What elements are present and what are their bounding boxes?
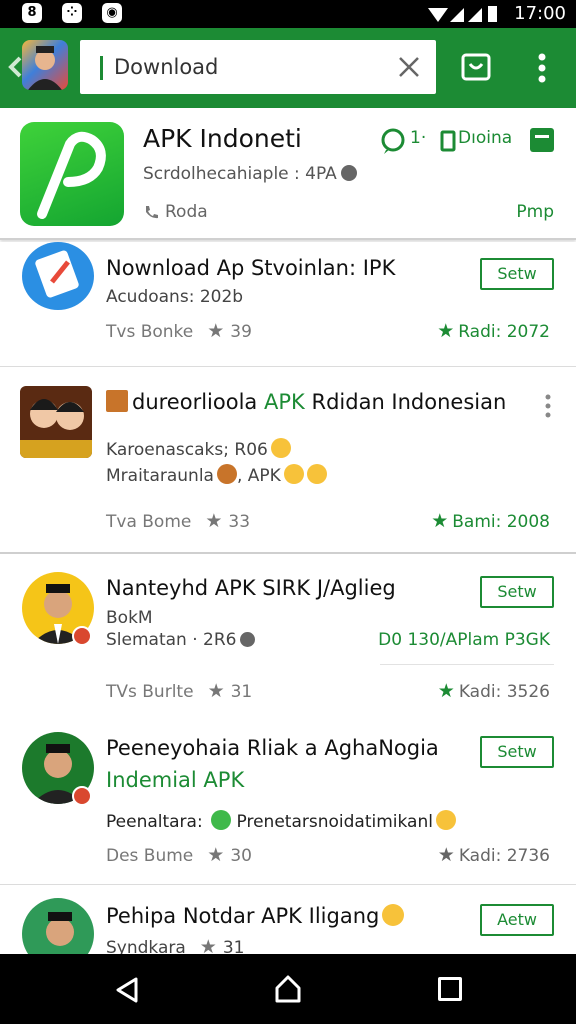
badge-icon xyxy=(72,626,92,646)
nav-recents-icon[interactable] xyxy=(438,977,462,1001)
menu-square-icon[interactable] xyxy=(530,128,554,152)
divider xyxy=(0,552,576,554)
chat-count: 1· xyxy=(410,128,427,148)
star-icon: ★ xyxy=(437,844,455,866)
star-icon: ★ xyxy=(207,680,225,702)
item-size: D0 130/APlam P3GK xyxy=(378,630,550,650)
app-bar xyxy=(0,28,576,108)
item-subtitle-2: Slematan · 2R6 xyxy=(106,630,256,650)
item-title: Nanteyhd APK SIRK J/Aglieg xyxy=(106,576,396,600)
grin-emoji-icon xyxy=(283,464,304,484)
item-rating: ★ Kadi: 3526 xyxy=(437,680,550,702)
cool-emoji-icon xyxy=(216,464,237,484)
item-thumbnail xyxy=(20,386,92,458)
item-title: Peeneyohaia Rliak a AghaNogia xyxy=(106,736,439,760)
aetw-button[interactable]: Aetw xyxy=(480,904,554,936)
info-icon xyxy=(340,165,357,181)
nav-back-icon[interactable] xyxy=(114,976,140,1004)
setw-button[interactable]: Setw xyxy=(480,736,554,768)
star-icon: ★ xyxy=(199,936,217,954)
star-icon: ★ xyxy=(437,320,455,342)
star-icon: ★ xyxy=(207,844,225,866)
app-header-card[interactable]: APK Indoneti Scrdolhecahiaple : 4PA Roda… xyxy=(0,108,576,240)
tools-icon xyxy=(106,390,128,412)
star-icon: ★ xyxy=(437,680,455,702)
header-link[interactable]: Pmp xyxy=(516,202,554,222)
search-input[interactable] xyxy=(114,48,384,86)
clock: 17:00 xyxy=(514,3,566,24)
divider xyxy=(380,664,554,665)
item-subtitle: BokM xyxy=(106,608,153,628)
item-rating: ★ Radi: 2072 xyxy=(437,320,550,342)
text-cursor xyxy=(100,56,103,80)
divider xyxy=(0,366,576,367)
list-item[interactable]: Nownload Ap Stvoinlan: IPK Acudoans: 202… xyxy=(0,242,576,366)
more-vert-icon[interactable] xyxy=(544,394,552,418)
item-title-2: Indemial APK xyxy=(106,768,245,792)
dice-icon: ⁘ xyxy=(62,3,82,23)
item-rating: ★ Bami: 2008 xyxy=(431,510,550,532)
item-thumbnail xyxy=(22,898,94,954)
setw-button[interactable]: Setw xyxy=(480,576,554,608)
item-thumbnail xyxy=(22,242,94,310)
item-subtitle: Peenaltara: Prenetarsnoidatimikanl xyxy=(106,810,456,832)
item-meta: Tvs Bonke ★ 39 xyxy=(106,320,252,342)
page-title: APK Indoneti xyxy=(143,124,302,153)
item-subtitle-2: Mraitaraunla, APK xyxy=(106,464,327,486)
header-subtitle: Scrdolhecahiaple : 4PA xyxy=(143,164,357,184)
phone-icon xyxy=(146,206,158,219)
wink-emoji-icon xyxy=(306,464,327,484)
item-title: Nownload Ap Stvoinlan: IPK xyxy=(106,256,396,280)
item-rating: ★ Kadi: 2736 xyxy=(437,844,550,866)
search-box[interactable] xyxy=(80,40,436,94)
list-item[interactable]: Peeneyohaia Rliak a AghaNogia Indemial A… xyxy=(0,722,576,882)
signal-icons xyxy=(428,6,497,22)
badge-icon xyxy=(72,786,92,806)
item-meta: TVs Burlte ★ 31 xyxy=(106,680,253,702)
setw-button[interactable]: Setw xyxy=(480,258,554,290)
star-icon: ★ xyxy=(205,510,223,532)
leaf-emoji-icon xyxy=(211,810,232,830)
item-meta: Tva Bome ★ 33 xyxy=(106,510,251,532)
back-arrow-icon[interactable] xyxy=(8,56,22,78)
chat-icon[interactable] xyxy=(380,128,406,154)
device-icon[interactable] xyxy=(440,130,456,152)
star-icon: ★ xyxy=(207,320,225,342)
camera-icon: ◉ xyxy=(102,3,122,23)
header-location: Roda xyxy=(143,202,208,222)
more-vert-icon[interactable] xyxy=(534,52,550,84)
star-icon: ★ xyxy=(431,510,449,532)
item-subtitle: Acudoans: 202b xyxy=(106,287,244,307)
device-label: Dıoina xyxy=(458,128,513,148)
messenger-icon: 8 xyxy=(22,3,42,23)
list-item[interactable]: dureorlioola APK Rdidan Indonesian Karoe… xyxy=(0,368,576,552)
app-avatar[interactable] xyxy=(22,40,68,90)
surprised-emoji-icon xyxy=(382,904,405,926)
list-item[interactable]: Pehipa Notdar APK Iligang Syndkara ★ 31 Ae… xyxy=(0,886,576,954)
app-logo xyxy=(20,122,124,226)
laugh-emoji-icon xyxy=(435,810,456,830)
item-title: dureorlioola APK Rdidan Indonesian xyxy=(106,390,506,414)
item-subtitle: Syndkara ★ 31 xyxy=(106,936,244,954)
nav-home-icon[interactable] xyxy=(274,974,302,1004)
item-meta: Des Bume ★ 30 xyxy=(106,844,252,866)
clear-icon[interactable] xyxy=(396,54,422,80)
screen: 8 ⁘ ◉ 17:00 Download APK Indoneti Scrdol… xyxy=(0,0,576,1024)
cart-icon[interactable] xyxy=(461,52,491,82)
divider xyxy=(0,884,576,885)
list-item[interactable]: Nanteyhd APK SIRK J/Aglieg BokM Slematan… xyxy=(0,556,576,718)
status-bar: 8 ⁘ ◉ 17:00 xyxy=(0,0,576,28)
info-icon xyxy=(240,632,256,647)
item-subtitle: Karoenascaks; R06 xyxy=(106,438,291,460)
item-title: Pehipa Notdar APK Iligang xyxy=(106,904,405,928)
navigation-bar xyxy=(0,954,576,1024)
smile-emoji-icon xyxy=(270,438,291,458)
